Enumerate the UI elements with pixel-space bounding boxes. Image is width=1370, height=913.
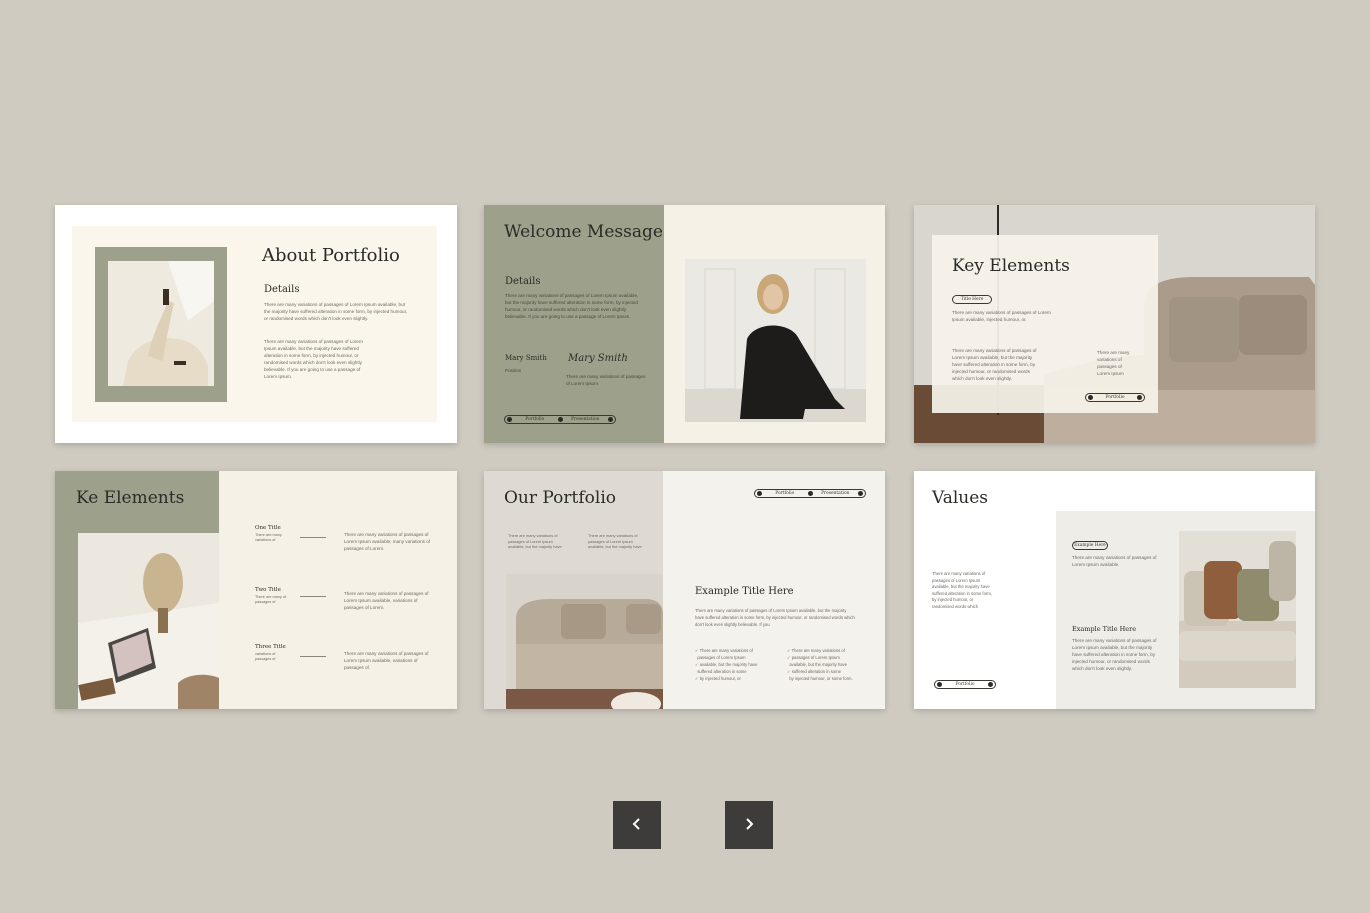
slide-title: Key Elements (952, 256, 1070, 276)
list-item: alteration in some form, by injected hum… (264, 353, 359, 358)
list-item: randomised words which don't look even s… (264, 360, 362, 365)
next-button[interactable] (725, 801, 773, 849)
photo-pillows (1179, 531, 1296, 688)
list-item: ✓ There are many variations of (695, 648, 753, 653)
slide-body-text: There are many variations of passages of… (695, 608, 855, 627)
pill-dot (1088, 395, 1093, 400)
slide-body-text-2: There are many variations of passages of… (952, 348, 1037, 381)
example-title: Example Title Here (1072, 625, 1137, 633)
pill-dot (507, 417, 512, 422)
tag-text: There are many variations of passages of… (1072, 555, 1157, 567)
slide-title: Ke Elements (76, 488, 185, 508)
pill-dot (608, 417, 613, 422)
pill-dot (988, 682, 993, 687)
slide-our-portfolio[interactable]: Our Portfolio There are many variations … (484, 471, 885, 709)
slide-title: Welcome Message (504, 222, 663, 242)
slide-body-text: There are many variations of passages of… (932, 571, 992, 609)
slide-body-text: There are many variations of passages of… (264, 302, 408, 321)
column-text-1: There are many variations of passages of… (508, 533, 562, 549)
bullet-list: There are many variations of passages of… (264, 338, 414, 380)
pill-label-portfolio: Portfolio (955, 682, 975, 687)
slide-ke-elements[interactable]: Ke Elements One Title There are many var… (55, 471, 457, 709)
pill-label-presentation: Presentation (571, 417, 600, 422)
slide-title: Our Portfolio (504, 488, 616, 508)
row-text: There are many variations of passages of… (344, 651, 429, 670)
nav-pill[interactable]: Portfolio (1085, 393, 1145, 402)
row-title: Two Title (255, 587, 281, 593)
slide-body-text: There are many variations of passages of… (952, 310, 1051, 322)
nav-pill[interactable]: Portfolio Presentation (754, 489, 866, 498)
example-body: There are many variations of passages of… (1072, 638, 1157, 671)
photo-woman-lounging (108, 261, 214, 386)
row-divider (300, 656, 326, 657)
nav-pill[interactable]: Portfolio (934, 680, 996, 689)
list-item: Lorem Ipsum. (264, 374, 293, 379)
list-item: available, but the majority have (789, 662, 848, 667)
pill-dot (937, 682, 942, 687)
slide-subtitle: Details (505, 276, 541, 287)
slide-about-portfolio[interactable]: About Portfolio Details There are many v… (55, 205, 457, 443)
pill-dot (757, 491, 762, 496)
row-subtitle: variations of passages of (255, 652, 276, 661)
check-list-right: ✓ There are many variations of ✓ passage… (787, 647, 871, 682)
slide-title: About Portfolio (262, 245, 400, 266)
side-note: There are many variations of passages of… (1097, 350, 1130, 376)
row-divider (300, 596, 326, 597)
pill-label-portfolio: Portfolio (775, 491, 795, 496)
chevron-right-icon (743, 817, 755, 833)
chevron-left-icon (631, 817, 643, 833)
list-item: believable. If you are going to use a pa… (264, 367, 361, 372)
list-item: by injected humour, or some form. (789, 676, 853, 681)
row-text: There are many variations of passages of… (344, 532, 431, 551)
row-title: One Title (255, 525, 281, 531)
author-position: Position (505, 368, 522, 373)
row-divider (300, 537, 326, 538)
pill-dot (858, 491, 863, 496)
pill-dot (557, 417, 563, 422)
pill-dot (1137, 395, 1142, 400)
list-item: suffered alteration in some (697, 669, 747, 674)
list-item: Ipsum available, but the majority have s… (264, 346, 359, 351)
row-subtitle: There are many variations of (255, 533, 282, 542)
list-item: There are many variations of passages of… (264, 339, 363, 344)
row-title: Three Title (255, 644, 286, 650)
row-subtitle: There are many of passages of (255, 595, 287, 604)
previous-button[interactable] (613, 801, 661, 849)
pill-label-presentation: Presentation (821, 491, 850, 496)
photo-laptop-desk (78, 533, 219, 709)
slide-subtitle: Details (264, 284, 300, 295)
pill-label-portfolio: Portfolio (525, 417, 545, 422)
list-item: ✓ passages of Lorem Ipsum (787, 655, 840, 660)
author-name: Mary Smith (505, 354, 547, 362)
list-item: ✓ suffered alteration in some (787, 669, 841, 674)
slide-welcome-message[interactable]: Welcome Message Details There are many v… (484, 205, 885, 443)
signature: Mary Smith (568, 353, 628, 364)
slide-body-text: There are many variations of passages of… (505, 293, 639, 319)
slide-values[interactable]: Values There are many variations of pass… (914, 471, 1315, 709)
list-item: ✓ available, but the majority have (695, 662, 758, 667)
photo-woman-portrait (685, 259, 866, 422)
list-item: passages of Lorem Ipsum (697, 655, 746, 660)
check-list-left: ✓ There are many variations of passages … (695, 647, 775, 682)
signature-note: There are many variations of passages of… (566, 374, 646, 386)
nav-pill[interactable]: Portfolio Presentation (504, 415, 616, 424)
slide-title: Values (932, 488, 989, 508)
photo-sofa (506, 574, 663, 709)
slide-key-elements[interactable]: Key Elements Title Here There are many v… (914, 205, 1315, 443)
example-tag: Example Here (1072, 541, 1108, 550)
row-text: There are many variations of passages of… (344, 591, 429, 610)
example-title: Example Title Here (695, 586, 794, 597)
column-text-2: There are many variations of passages of… (588, 533, 642, 549)
pill-dot (807, 491, 813, 496)
title-tag: Title Here (952, 295, 992, 304)
list-item: ✓ There are many variations of (787, 648, 845, 653)
list-item: ✓ by injected humour, or (695, 676, 741, 681)
pill-label-portfolio: Portfolio (1105, 395, 1125, 400)
